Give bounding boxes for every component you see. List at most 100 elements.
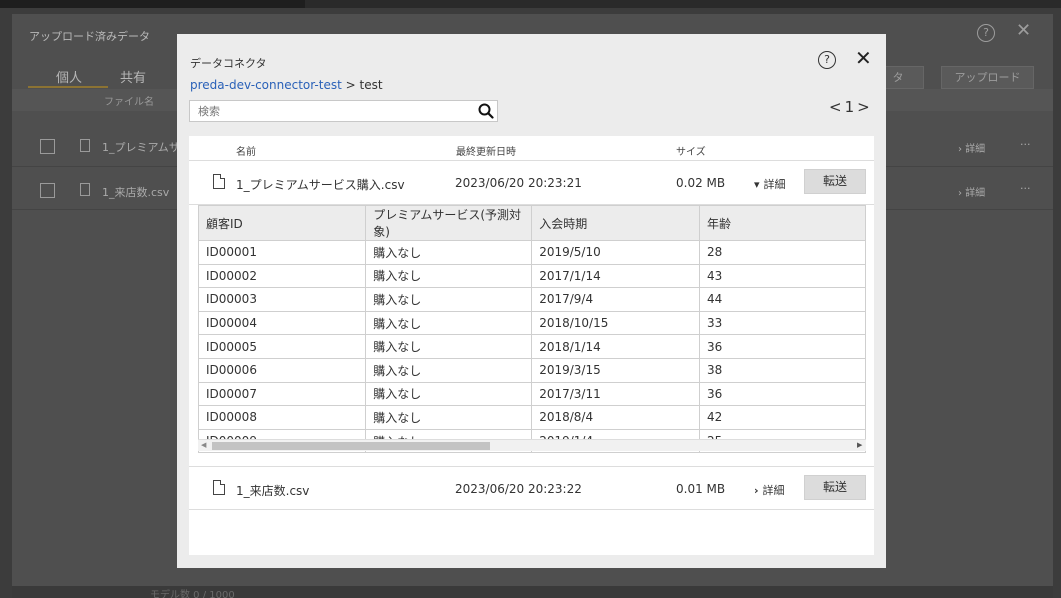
file-size: 0.01 MB xyxy=(676,482,726,496)
chevron-down-icon: ▾ xyxy=(754,178,760,191)
prev-page-button[interactable]: < xyxy=(829,98,845,116)
more-icon[interactable]: ··· xyxy=(1020,182,1031,195)
more-icon[interactable]: ··· xyxy=(1020,138,1031,151)
table-row: ID00005 購入なし 2018/1/14 36 xyxy=(198,334,866,359)
breadcrumb: preda-dev-connector-test > test xyxy=(190,78,383,92)
preview-cell: 購入なし xyxy=(365,310,533,336)
data-connector-dialog: データコネクタ ? ✕ preda-dev-connector-test > t… xyxy=(177,34,886,568)
file-name: 1_プレミアムサービス購入.csv xyxy=(236,178,405,192)
preview-header: 年齢 xyxy=(699,205,866,241)
search-input[interactable] xyxy=(190,101,470,121)
preview-cell: ID00008 xyxy=(198,405,367,430)
preview-cell: ID00002 xyxy=(198,263,367,289)
detail-link[interactable]: › 詳細 xyxy=(958,140,985,155)
file-icon xyxy=(213,174,225,189)
horizontal-scrollbar[interactable]: ◀ ▶ xyxy=(198,439,866,451)
table-row: ID00008 購入なし 2018/8/4 42 xyxy=(198,405,866,430)
table-row: ID00002 購入なし 2017/1/14 43 xyxy=(198,263,866,289)
file-icon xyxy=(213,480,225,495)
preview-cell: 2018/10/15 xyxy=(531,310,700,336)
row-checkbox[interactable] xyxy=(40,183,55,198)
preview-cell: ID00006 xyxy=(198,357,367,383)
help-icon[interactable]: ? xyxy=(977,24,995,42)
search-box xyxy=(189,100,498,122)
preview-cell: 購入なし xyxy=(365,287,533,312)
table-row: ID00006 購入なし 2019/3/15 38 xyxy=(198,357,866,383)
column-modified: 最終更新日時 xyxy=(456,147,516,158)
preview-cell: ID00004 xyxy=(198,310,367,336)
table-row: ID00007 購入なし 2017/3/11 36 xyxy=(198,381,866,407)
table-row: ID00003 購入なし 2017/9/4 44 xyxy=(198,287,866,312)
detail-toggle[interactable]: › 詳細 xyxy=(754,482,785,498)
file-modified: 2023/06/20 20:23:22 xyxy=(455,482,582,496)
detail-toggle[interactable]: ▾ 詳細 xyxy=(754,176,786,192)
panel-title: アップロード済みデータ xyxy=(29,30,150,43)
preview-cell: 2018/8/4 xyxy=(531,405,700,430)
preview-cell: 購入なし xyxy=(365,357,533,383)
file-name: 1_プレミアムサ xyxy=(102,141,180,154)
next-page-button[interactable]: > xyxy=(857,98,873,116)
chevron-right-icon: › xyxy=(754,484,759,497)
file-modified: 2023/06/20 20:23:21 xyxy=(455,176,582,190)
preview-cell: ID00007 xyxy=(198,381,367,407)
preview-cell: ID00001 xyxy=(198,240,367,265)
table-row: ID00004 購入なし 2018/10/15 33 xyxy=(198,310,866,336)
breadcrumb-current: test xyxy=(359,78,383,92)
dialog-title: データコネクタ xyxy=(190,57,267,70)
scrollbar-thumb[interactable] xyxy=(212,442,490,450)
row-checkbox[interactable] xyxy=(40,139,55,154)
preview-header: プレミアムサービス(予測対象) xyxy=(365,205,533,241)
column-name: 名前 xyxy=(236,147,256,158)
table-row: ID00001 購入なし 2019/5/10 28 xyxy=(198,240,866,265)
file-row[interactable]: 1_プレミアムサービス購入.csv 2023/06/20 20:23:21 0.… xyxy=(189,161,874,205)
preview-header: 入会時期 xyxy=(531,205,700,241)
pagination: <1> xyxy=(829,98,873,116)
preview-cell: 購入なし xyxy=(365,263,533,289)
column-size: サイズ xyxy=(676,147,706,158)
preview-cell: 2019/5/10 xyxy=(531,240,700,265)
preview-cell: 2017/9/4 xyxy=(531,287,700,312)
preview-cell: ID00005 xyxy=(198,334,367,359)
file-row[interactable]: 1_来店数.csv 2023/06/20 20:23:22 0.01 MB › 詳… xyxy=(189,466,874,510)
scroll-left-arrow-icon[interactable]: ◀ xyxy=(201,441,206,449)
scroll-right-arrow-icon[interactable]: ▶ xyxy=(857,441,862,449)
top-bar xyxy=(0,0,1061,8)
file-icon xyxy=(80,139,90,152)
close-icon[interactable]: ✕ xyxy=(1016,22,1031,40)
file-name: 1_来店数.csv xyxy=(236,484,310,498)
page-number: 1 xyxy=(844,98,858,116)
data-preview-table[interactable]: 顧客ID プレミアムサービス(予測対象) 入会時期 年齢 ID00001 購入なし… xyxy=(198,205,866,455)
preview-cell: 購入なし xyxy=(365,381,533,407)
preview-cell: 36 xyxy=(699,334,866,359)
detail-link[interactable]: › 詳細 xyxy=(958,184,985,199)
preview-cell: 2019/3/15 xyxy=(531,357,700,383)
breadcrumb-separator: > xyxy=(345,78,356,92)
tab-personal[interactable]: 個人 xyxy=(56,67,82,86)
preview-cell: ID00003 xyxy=(198,287,367,312)
help-icon[interactable]: ? xyxy=(818,51,836,69)
search-icon[interactable] xyxy=(478,103,494,119)
preview-cell: 36 xyxy=(699,381,866,407)
file-icon xyxy=(80,183,90,196)
upload-button[interactable]: アップロード xyxy=(941,66,1034,89)
breadcrumb-link[interactable]: preda-dev-connector-test xyxy=(190,78,342,92)
transfer-button[interactable]: 転送 xyxy=(804,475,866,500)
preview-cell: 2017/1/14 xyxy=(531,263,700,289)
transfer-button[interactable]: 転送 xyxy=(804,169,866,194)
preview-cell: 購入なし xyxy=(365,405,533,430)
file-list-header: 名前 最終更新日時 サイズ xyxy=(189,136,874,161)
column-file-name: ファイル名 xyxy=(104,97,154,108)
preview-cell: 購入なし xyxy=(365,240,533,265)
preview-cell: 42 xyxy=(699,405,866,430)
file-list: 名前 最終更新日時 サイズ 1_プレミアムサービス購入.csv 2023/06/… xyxy=(189,136,874,555)
model-count: モデル数 0 / 1000 xyxy=(150,590,235,598)
preview-cell: 2018/1/14 xyxy=(531,334,700,359)
preview-cell: 2017/3/11 xyxy=(531,381,700,407)
tab-shared[interactable]: 共有 xyxy=(120,67,146,86)
preview-cell: 43 xyxy=(699,263,866,289)
preview-cell: 33 xyxy=(699,310,866,336)
preview-cell: 購入なし xyxy=(365,334,533,359)
file-name: 1_来店数.csv xyxy=(102,186,170,199)
file-size: 0.02 MB xyxy=(676,176,726,190)
close-icon[interactable]: ✕ xyxy=(855,48,872,68)
